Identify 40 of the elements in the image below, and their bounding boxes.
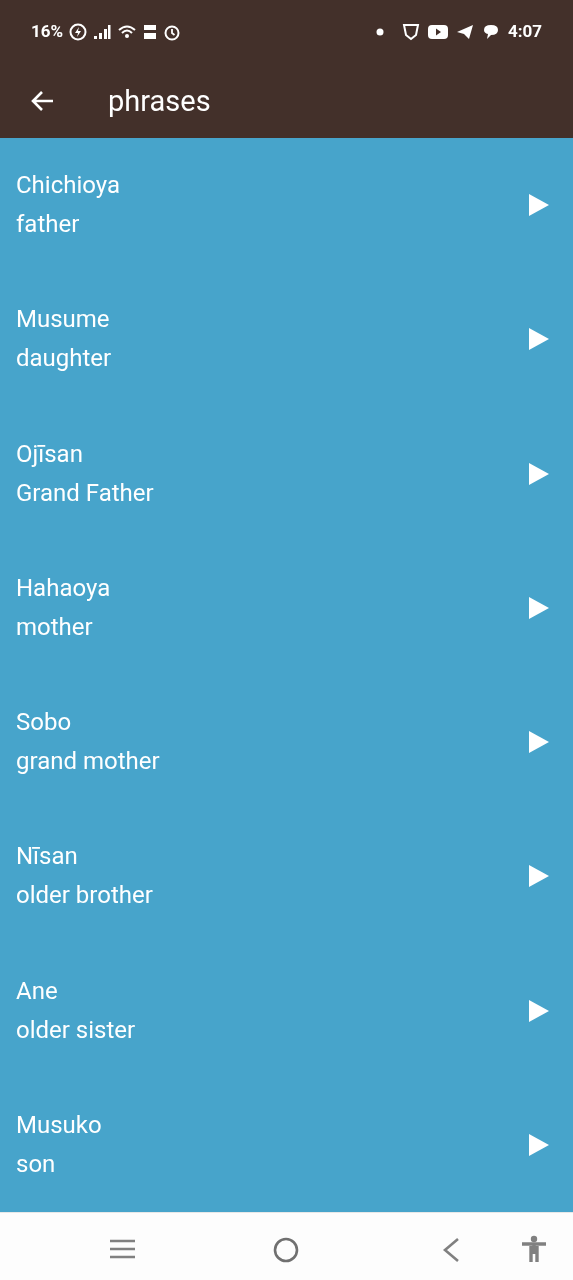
battery-level: 16% xyxy=(31,20,64,44)
screen-title: phrases xyxy=(108,86,211,116)
play-button[interactable] xyxy=(528,730,550,755)
shield-icon xyxy=(401,23,420,41)
play-icon xyxy=(427,24,448,40)
phrase-word: Hahaoya xyxy=(16,572,111,604)
clock-time: 4:07 xyxy=(507,20,542,44)
charging-icon xyxy=(69,23,88,41)
home-button[interactable] xyxy=(273,1237,299,1263)
alarm-icon xyxy=(163,23,182,41)
play-button[interactable] xyxy=(528,998,550,1023)
menu-button[interactable] xyxy=(109,1239,136,1259)
paper-plane-icon xyxy=(455,24,474,40)
play-button[interactable] xyxy=(528,1132,550,1157)
phrase-word: Ane xyxy=(16,975,59,1007)
accessibility-button[interactable] xyxy=(521,1235,547,1263)
dot-icon xyxy=(375,28,384,36)
phrase-word: Sobo xyxy=(16,707,73,739)
phrase-word: Chichioya xyxy=(16,170,121,202)
phrase-meaning: grand mother xyxy=(16,746,160,778)
phrase-word: Ojīsan xyxy=(16,438,84,470)
wifi-icon xyxy=(117,24,138,40)
back-nav-button[interactable] xyxy=(442,1237,460,1263)
phrase-meaning: father xyxy=(16,209,81,241)
play-button[interactable] xyxy=(528,193,550,218)
phrase-meaning: older sister xyxy=(16,1014,136,1046)
phrase-meaning: older brother xyxy=(16,880,153,912)
play-button[interactable] xyxy=(528,461,550,486)
phrase-meaning: daughter xyxy=(16,343,112,375)
play-button[interactable] xyxy=(528,327,550,352)
phrase-word: Musume xyxy=(16,304,111,336)
phrase-word: Musuko xyxy=(16,1109,102,1141)
play-button[interactable] xyxy=(528,864,550,889)
signal-icon xyxy=(93,24,112,40)
play-button[interactable] xyxy=(528,595,550,620)
phrase-meaning: mother xyxy=(16,611,94,643)
phrase-meaning: son xyxy=(16,1148,57,1180)
phrase-word: Nīsan xyxy=(16,841,79,873)
phrase-meaning: Grand Father xyxy=(16,477,154,509)
chat-icon xyxy=(481,24,500,40)
